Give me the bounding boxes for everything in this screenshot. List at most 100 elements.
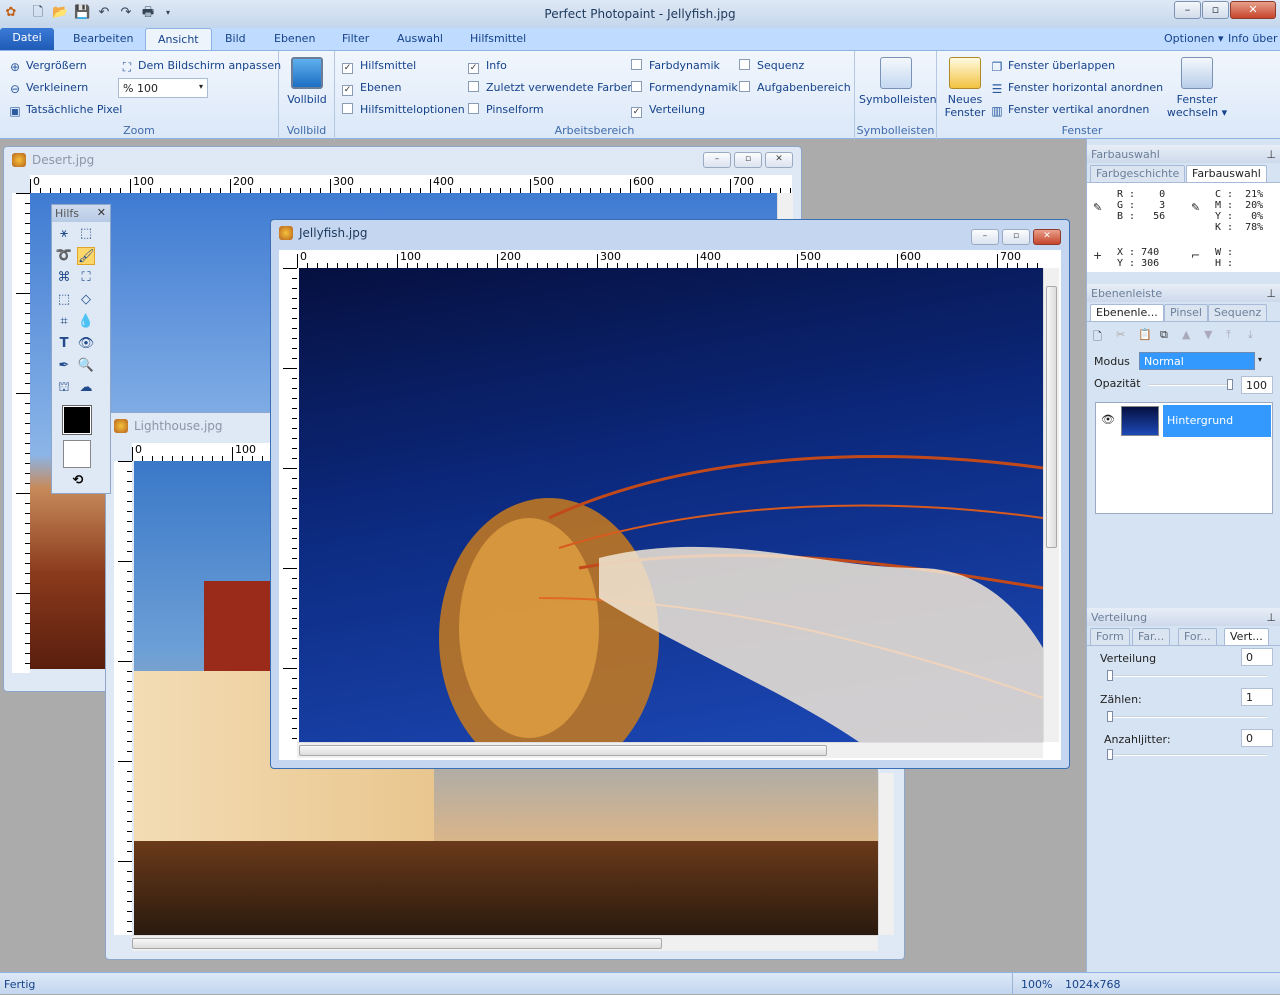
jellyfish-minimize-button[interactable]: – [971, 229, 999, 245]
zoom-out-button[interactable]: ⊖ Verkleinern [8, 81, 88, 96]
lasso-icon[interactable]: ➰ [55, 247, 73, 265]
copy-icon[interactable]: ⧉ [1160, 328, 1168, 342]
checkbox-sequenz[interactable]: Sequenz [739, 59, 804, 72]
checkbox-hilfsmitteloptionen[interactable]: Hilfsmitteloptionen [342, 103, 465, 116]
checkbox-hilfsmitteloptionen-box[interactable] [342, 103, 353, 114]
eyedropper-icon[interactable]: ✒ [55, 357, 73, 375]
anzahljitter-slider-thumb[interactable] [1107, 749, 1113, 760]
verteilung-slider-thumb[interactable] [1107, 670, 1113, 681]
zoom-in-button[interactable]: ⊕ Vergrößern [8, 59, 87, 74]
tab-form[interactable]: Form [1090, 628, 1130, 645]
chevron-down-icon[interactable]: ▾ [1258, 355, 1262, 364]
checkbox-formendynamik[interactable]: Formendynamik [631, 81, 738, 94]
zoom-tool-icon[interactable]: 🔍 [77, 357, 95, 375]
fit-screen-button[interactable]: ⛶ Dem Bildschirm anpassen [120, 59, 281, 74]
tab-ebenen[interactable]: Ebenen [274, 32, 315, 45]
tab-datei[interactable]: Datei [0, 28, 54, 50]
zaehlen-slider[interactable] [1107, 711, 1267, 722]
arrow-down-icon[interactable]: ▼ [1204, 328, 1212, 341]
bucket-icon[interactable]: ⛶ [77, 269, 95, 287]
checkbox-verteilung-box[interactable]: ✓ [631, 107, 642, 118]
info-menu[interactable]: Info über [1228, 32, 1278, 45]
checkbox-ebenen[interactable]: ✓ Ebenen [342, 81, 401, 96]
tab-verteilung[interactable]: Vert... [1224, 628, 1269, 645]
opacity-slider-thumb[interactable] [1227, 379, 1233, 390]
desert-window-title[interactable]: Desert.jpg [4, 147, 801, 173]
anzahljitter-input[interactable]: 0 [1241, 729, 1273, 747]
desert-close-button[interactable]: ✕ [765, 152, 793, 168]
maximize-button[interactable]: ▫ [1202, 1, 1229, 19]
layer-name[interactable]: Hintergrund [1163, 405, 1271, 437]
checkbox-verteilung[interactable]: ✓ Verteilung [631, 103, 705, 118]
jellyfish-window-title[interactable]: Jellyfish.jpg [271, 220, 1069, 246]
tab-ebenenleiste[interactable]: Ebenenle... [1090, 304, 1164, 321]
checkbox-recent-colors[interactable]: Zuletzt verwendete Farben [468, 81, 634, 94]
toolbox-title[interactable]: Hilfs ✕ [52, 205, 110, 222]
pin-icon[interactable]: ⊥ [1266, 611, 1276, 624]
text-icon[interactable]: T [55, 335, 73, 353]
fullscreen-button[interactable]: Vollbild [284, 57, 330, 106]
toolbox-close-icon[interactable]: ✕ [97, 206, 106, 219]
checkbox-aufgabenbereich-box[interactable] [739, 81, 750, 92]
jellyfish-canvas[interactable] [299, 268, 1043, 742]
tab-ansicht[interactable]: Ansicht [145, 28, 212, 51]
pin-icon[interactable]: ⊥ [1266, 287, 1276, 300]
magic-wand-icon[interactable]: ⚹ [55, 225, 73, 243]
tab-auswahl[interactable]: Auswahl [397, 32, 443, 45]
checkbox-info[interactable]: ✓ Info [468, 59, 507, 74]
lighthouse-scroll-thumb[interactable] [132, 938, 662, 949]
checkbox-formendynamik-box[interactable] [631, 81, 642, 92]
checkbox-info-box[interactable]: ✓ [468, 63, 479, 74]
tab-bearbeiten[interactable]: Bearbeiten [73, 32, 133, 45]
tab-farbauswahl[interactable]: Farbauswahl [1186, 165, 1267, 182]
close-button[interactable]: ✕ [1230, 1, 1276, 19]
marquee-icon[interactable]: ⬚ [77, 225, 95, 243]
jellyfish-window[interactable]: Jellyfish.jpg – ▫ ✕ 0 100 200 300 400 500 … [270, 219, 1070, 769]
tab-pinsel[interactable]: Pinsel [1164, 304, 1208, 321]
tab-sequenz[interactable]: Sequenz [1208, 304, 1268, 321]
opacity-slider[interactable] [1149, 379, 1233, 390]
eye-icon[interactable]: 👁 [1101, 413, 1115, 426]
checkbox-recent-colors-box[interactable] [468, 81, 479, 92]
jellyfish-scrollbar-vertical[interactable] [1043, 268, 1059, 742]
eraser-icon[interactable]: ◇ [77, 291, 95, 309]
desert-maximize-button[interactable]: ▫ [734, 152, 762, 168]
lighthouse-scrollbar-horizontal[interactable] [132, 935, 878, 951]
checkbox-aufgabenbereich[interactable]: Aufgabenbereich [739, 81, 851, 94]
actual-pixels-button[interactable]: ▣ Tatsächliche Pixel [8, 103, 122, 118]
jellyfish-maximize-button[interactable]: ▫ [1002, 229, 1030, 245]
checkbox-ebenen-box[interactable]: ✓ [342, 85, 353, 96]
verteilung-input[interactable]: 0 [1241, 648, 1273, 666]
jellyfish-horizontal-thumb[interactable] [299, 745, 827, 756]
jellyfish-close-button[interactable]: ✕ [1033, 229, 1061, 245]
checkbox-sequenz-box[interactable] [739, 59, 750, 70]
jellyfish-vertical-thumb[interactable] [1046, 286, 1057, 548]
tile-horizontal-button[interactable]: ☰ Fenster horizontal anordnen [990, 81, 1164, 96]
options-menu[interactable]: Optionen ▾ [1164, 32, 1223, 45]
paste-icon[interactable]: 📋 [1138, 328, 1152, 341]
minimize-button[interactable]: – [1174, 1, 1201, 19]
checkbox-hilfsmittel-box[interactable]: ✓ [342, 63, 353, 74]
desert-minimize-button[interactable]: – [703, 152, 731, 168]
layer-row[interactable]: 👁 Hintergrund [1097, 404, 1271, 438]
zoom-select[interactable]: % 100 ▾ [118, 78, 208, 98]
crop-icon[interactable]: ⌗ [55, 313, 73, 331]
brush-icon[interactable]: 🖌 [77, 247, 95, 265]
select-icon[interactable]: ⬚ [55, 291, 73, 309]
new-window-button[interactable]: Neues Fenster [942, 57, 988, 119]
tab-formen[interactable]: For... [1178, 628, 1217, 645]
checkbox-pinselform[interactable]: Pinselform [468, 103, 544, 116]
tab-farbgeschichte[interactable]: Farbgeschichte [1090, 165, 1186, 182]
tab-filter[interactable]: Filter [342, 32, 369, 45]
toolbars-button[interactable]: Symbolleisten [859, 57, 937, 106]
stamp-icon[interactable]: ⛫ [55, 379, 73, 397]
checkbox-hilfsmittel[interactable]: ✓ Hilfsmittel [342, 59, 416, 74]
foreground-color-swatch[interactable] [62, 405, 92, 435]
background-color-swatch[interactable] [63, 440, 91, 468]
tab-bild[interactable]: Bild [225, 32, 246, 45]
lighthouse-scrollbar-vertical[interactable] [878, 773, 894, 935]
arrow-bottom-icon[interactable]: ⤓ [1248, 328, 1253, 342]
pin-icon[interactable]: ⊥ [1266, 148, 1276, 161]
jellyfish-scrollbar-horizontal[interactable] [297, 742, 1043, 758]
arrow-up-icon[interactable]: ▲ [1182, 328, 1190, 341]
